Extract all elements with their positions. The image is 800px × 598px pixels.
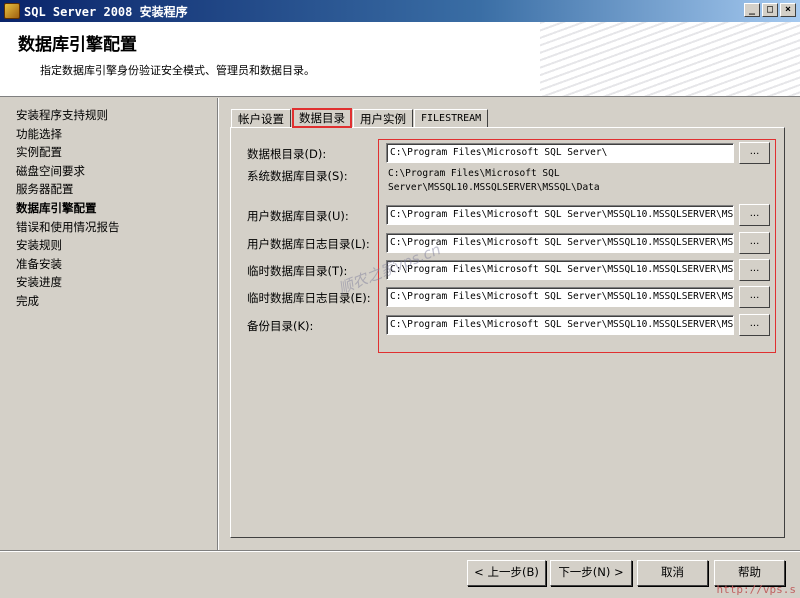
back-button[interactable]: < 上一步(B) <box>467 560 546 586</box>
tab-user-instances[interactable]: 用户实例 <box>353 109 413 128</box>
sidebar-item-install-progress[interactable]: 安装进度 <box>16 273 217 292</box>
backup-label: 备份目录(K): <box>247 319 314 333</box>
sidebar-item-database-engine[interactable]: 数据库引擎配置 <box>16 199 217 218</box>
close-button[interactable]: × <box>780 3 796 17</box>
tab-account-settings[interactable]: 帐户设置 <box>231 109 291 128</box>
sidebar-item-complete[interactable]: 完成 <box>16 292 217 311</box>
header-decoration <box>540 22 800 96</box>
sidebar-item-error-reporting[interactable]: 错误和使用情况报告 <box>16 218 217 237</box>
page-subtitle: 指定数据库引擎身份验证安全模式、管理员和数据目录。 <box>40 64 315 77</box>
bottom-separator <box>0 550 800 552</box>
tab-data-directories[interactable]: 数据目录 <box>292 108 352 128</box>
tab-filestream[interactable]: FILESTREAM <box>414 109 489 128</box>
minimize-button[interactable]: _ <box>744 3 760 17</box>
system-db-label: 系统数据库目录(S): <box>247 169 348 183</box>
sidebar-item-install-rules[interactable]: 安装规则 <box>16 236 217 255</box>
sidebar-item-setup-support-rules[interactable]: 安装程序支持规则 <box>16 106 217 125</box>
window-title: SQL Server 2008 安装程序 <box>24 4 188 19</box>
steps-sidebar: 安装程序支持规则 功能选择 实例配置 磁盘空间要求 服务器配置 数据库引擎配置 … <box>0 98 218 550</box>
next-button[interactable]: 下一步(N) > <box>550 560 632 586</box>
sidebar-item-disk-space[interactable]: 磁盘空间要求 <box>16 162 217 181</box>
sidebar-item-feature-selection[interactable]: 功能选择 <box>16 125 217 144</box>
data-root-label: 数据根目录(D): <box>247 147 327 161</box>
sidebar-item-server-configuration[interactable]: 服务器配置 <box>16 180 217 199</box>
page-title: 数据库引擎配置 <box>18 35 137 55</box>
sidebar-item-instance-configuration[interactable]: 实例配置 <box>16 143 217 162</box>
sql-server-app-icon <box>4 3 20 19</box>
cancel-button[interactable]: 取消 <box>637 560 708 586</box>
sidebar-item-ready-to-install[interactable]: 准备安装 <box>16 255 217 274</box>
tab-strip: 帐户设置 数据目录 用户实例 FILESTREAM <box>231 108 489 128</box>
user-db-label: 用户数据库目录(U): <box>247 209 349 223</box>
temp-db-label: 临时数据库目录(T): <box>247 264 348 278</box>
title-bar[interactable]: SQL Server 2008 安装程序 _ □ × <box>0 0 800 22</box>
corner-url-watermark: http://vps.s <box>716 583 796 596</box>
window-controls: _ □ × <box>744 3 796 17</box>
maximize-button[interactable]: □ <box>762 3 778 17</box>
user-db-log-label: 用户数据库日志目录(L): <box>247 237 370 251</box>
page-header: 数据库引擎配置 指定数据库引擎身份验证安全模式、管理员和数据目录。 <box>0 22 800 97</box>
